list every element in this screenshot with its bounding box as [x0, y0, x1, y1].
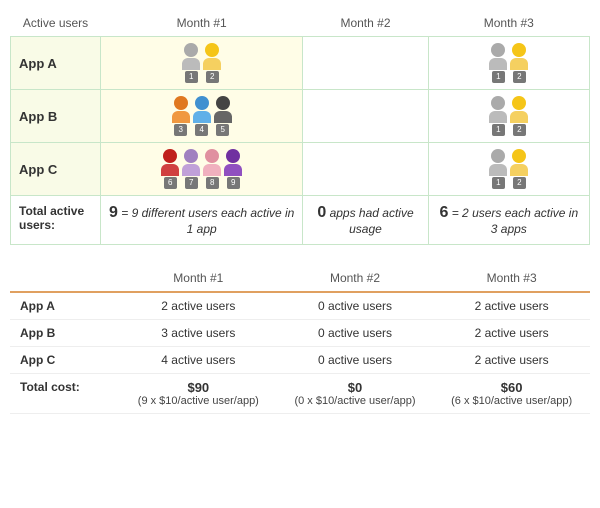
person-icon: 4 [193, 96, 211, 136]
bottom-col-month2: Month #2 [277, 265, 434, 292]
person-icon: 2 [510, 96, 528, 136]
month1-users: 4 active users [120, 347, 277, 374]
col-header-active-users: Active users [11, 10, 101, 37]
month2-users: 0 active users [277, 292, 434, 320]
bottom-col-empty [10, 265, 120, 292]
person-icon: 1 [182, 43, 200, 83]
table-row: App C 4 active users 0 active users 2 ac… [10, 347, 590, 374]
month3-users: 2 active users [433, 292, 590, 320]
person-icon: 2 [510, 149, 528, 189]
person-icon: 7 [182, 149, 200, 189]
person-icon: 1 [489, 96, 507, 136]
summary-month2: 0 apps had active usage [303, 196, 428, 245]
person-icon: 6 [161, 149, 179, 189]
summary-row: Total active users: 9 = 9 different user… [11, 196, 590, 245]
month3-users: 2 active users [433, 347, 590, 374]
month1-users: 3 active users [120, 320, 277, 347]
person-icon: 8 [203, 149, 221, 189]
table-row: App C 6 7 8 9 1 2 [11, 143, 590, 196]
app-label: App C [10, 347, 120, 374]
month1-cell: 3 4 5 [101, 90, 303, 143]
bottom-col-month3: Month #3 [433, 265, 590, 292]
month2-cell [303, 143, 428, 196]
summary-month3: 6 = 2 users each active in 3 apps [428, 196, 589, 245]
col-header-month3: Month #3 [428, 10, 589, 37]
table-row: App A 2 active users 0 active users 2 ac… [10, 292, 590, 320]
app-label: App C [11, 143, 101, 196]
col-header-month2: Month #2 [303, 10, 428, 37]
total-month1: $90 (9 x $10/active user/app) [120, 374, 277, 414]
bottom-col-month1: Month #1 [120, 265, 277, 292]
summary-label: Total active users: [11, 196, 101, 245]
person-icon: 9 [224, 149, 242, 189]
month1-cell: 1 2 [101, 37, 303, 90]
month1-cell: 6 7 8 9 [101, 143, 303, 196]
month2-users: 0 active users [277, 347, 434, 374]
table-row: App B 3 active users 0 active users 2 ac… [10, 320, 590, 347]
col-header-month1: Month #1 [101, 10, 303, 37]
app-label: App A [11, 37, 101, 90]
month2-cell [303, 90, 428, 143]
month2-cell [303, 37, 428, 90]
month2-users: 0 active users [277, 320, 434, 347]
table-row: App B 3 4 5 1 2 [11, 90, 590, 143]
month3-users: 2 active users [433, 320, 590, 347]
month1-users: 2 active users [120, 292, 277, 320]
person-icon: 1 [489, 149, 507, 189]
person-icon: 2 [203, 43, 221, 83]
person-icon: 3 [172, 96, 190, 136]
month3-cell: 1 2 [428, 37, 589, 90]
active-users-table: Active users Month #1 Month #2 Month #3 … [10, 10, 590, 245]
total-month2: $0 (0 x $10/active user/app) [277, 374, 434, 414]
app-label: App B [11, 90, 101, 143]
cost-table: Month #1 Month #2 Month #3 App A 2 activ… [10, 265, 590, 414]
person-icon: 1 [489, 43, 507, 83]
app-label: App A [10, 292, 120, 320]
total-row: Total cost: $90 (9 x $10/active user/app… [10, 374, 590, 414]
app-label: App B [10, 320, 120, 347]
total-month3: $60 (6 x $10/active user/app) [433, 374, 590, 414]
person-icon: 5 [214, 96, 232, 136]
table-row: App A 1 2 1 2 [11, 37, 590, 90]
month3-cell: 1 2 [428, 143, 589, 196]
total-label: Total cost: [10, 374, 120, 414]
summary-month1: 9 = 9 different users each active in 1 a… [101, 196, 303, 245]
person-icon: 2 [510, 43, 528, 83]
month3-cell: 1 2 [428, 90, 589, 143]
